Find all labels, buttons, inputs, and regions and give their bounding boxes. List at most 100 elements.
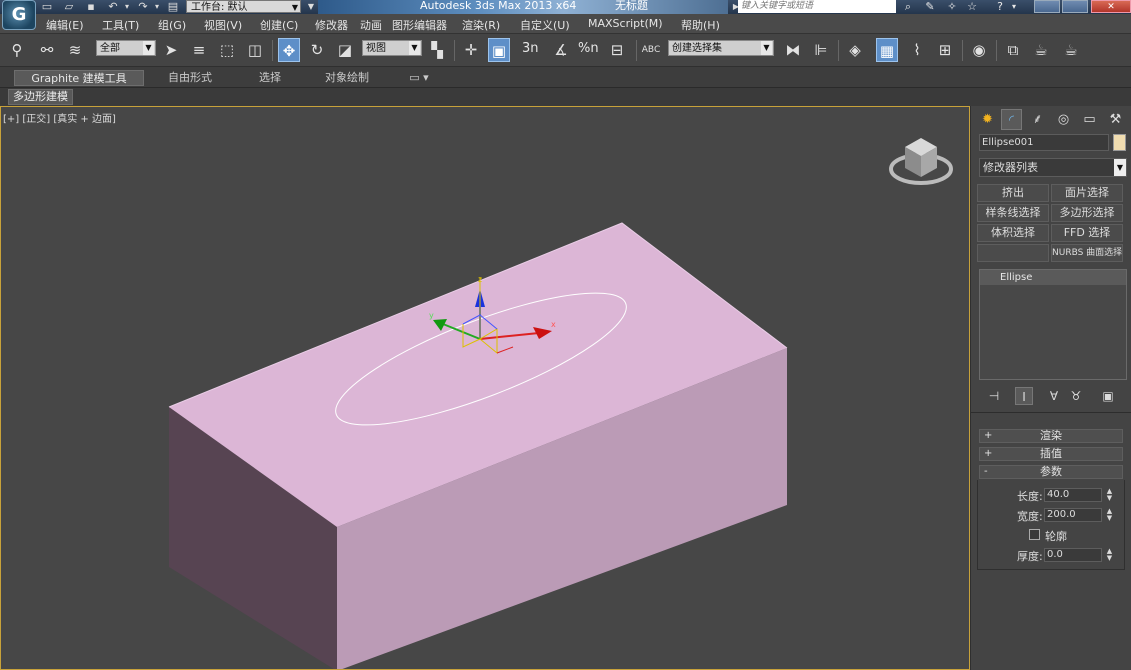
reference-coordinate-dropdown[interactable]: 视图 ▼ <box>362 40 422 56</box>
project-folder-icon[interactable]: ▤ <box>166 0 180 13</box>
curve-editor-icon[interactable]: ⌇ <box>906 38 928 62</box>
display-tab-icon[interactable]: ▭ <box>1079 109 1100 130</box>
menu-animation[interactable]: 动画 <box>360 17 382 33</box>
close-button[interactable]: ✕ <box>1091 0 1131 13</box>
select-by-name-icon[interactable]: ≡ <box>188 38 210 62</box>
toolbar-separator <box>272 40 273 61</box>
unlink-icon[interactable]: ⚯ <box>36 38 58 62</box>
link-icon[interactable]: ⚲ <box>6 38 28 62</box>
pin-stack-icon[interactable]: ⊣ <box>985 387 1003 405</box>
tab-graphite-modeling[interactable]: Graphite 建模工具 <box>14 70 144 86</box>
empty-modifier-button[interactable] <box>977 244 1049 262</box>
object-color-swatch[interactable] <box>1113 134 1126 151</box>
undo-icon[interactable]: ↶ <box>106 0 120 13</box>
spinner-snap-icon[interactable]: ⊟ <box>606 38 628 62</box>
menu-maxscript[interactable]: MAXScript(M) <box>588 17 663 30</box>
selection-filter-dropdown[interactable]: 全部 ▼ <box>96 40 156 56</box>
motion-tab-icon[interactable]: ◎ <box>1053 109 1074 130</box>
rectangle-selection-icon[interactable]: ⬚ <box>216 38 238 62</box>
tab-object-paint[interactable]: 对象绘制 <box>310 70 384 86</box>
object-name-field[interactable]: Ellipse001 <box>979 134 1109 151</box>
app-logo-button[interactable]: G <box>2 0 36 30</box>
create-tab-icon[interactable]: ✹ <box>977 109 998 130</box>
angle-snap-icon[interactable]: ∡ <box>550 38 572 62</box>
poly-select-button[interactable]: 多边形选择 <box>1051 204 1123 222</box>
mirror-icon[interactable]: ⧓ <box>782 38 804 62</box>
new-file-icon[interactable]: ▭ <box>40 0 54 13</box>
help-dropdown-icon[interactable]: ▾ <box>1006 0 1022 13</box>
named-selection-dropdown[interactable]: 创建选择集 ▼ <box>668 40 774 56</box>
search-input[interactable]: 键入关键字或短语 <box>738 0 896 13</box>
menu-group[interactable]: 组(G) <box>158 17 186 33</box>
patch-select-button[interactable]: 面片选择 <box>1051 184 1123 202</box>
polygon-modeling-tab[interactable]: 多边形建模 <box>8 89 73 105</box>
move-icon[interactable]: ✥ <box>278 38 300 62</box>
menu-tools[interactable]: 工具(T) <box>102 17 139 33</box>
align-icon[interactable]: ⊫ <box>810 38 832 62</box>
subscription-icon[interactable]: ✎ <box>922 0 938 13</box>
menu-rendering[interactable]: 渲染(R) <box>462 17 500 33</box>
edit-named-selection-icon[interactable]: ABC <box>640 38 662 62</box>
percent-snap-icon[interactable]: %n <box>578 41 599 56</box>
favorites-star-icon[interactable]: ☆ <box>964 0 980 13</box>
snaps-toggle-icon[interactable]: 3n <box>522 41 539 56</box>
quick-access-menu-icon[interactable]: ▼ <box>304 0 318 13</box>
viewcube[interactable] <box>889 138 953 185</box>
menu-customize[interactable]: 自定义(U) <box>520 17 570 33</box>
parameters-rollout[interactable]: - 参数 <box>979 465 1123 479</box>
menu-help[interactable]: 帮助(H) <box>681 17 720 33</box>
ffd-select-button[interactable]: FFD 选择 <box>1051 224 1123 242</box>
scale-icon[interactable]: ◪ <box>334 38 356 62</box>
graphite-toggle-icon[interactable]: ▦ <box>876 38 898 62</box>
menu-graph-editors[interactable]: 图形编辑器 <box>392 17 447 33</box>
modifier-list-dropdown[interactable]: 修改器列表 ▼ <box>979 158 1127 177</box>
material-editor-icon[interactable]: ◉ <box>968 38 990 62</box>
tab-selection[interactable]: 选择 <box>240 70 300 86</box>
ribbon-options-icon[interactable]: ▭ ▾ <box>404 70 434 86</box>
tab-freeform[interactable]: 自由形式 <box>150 70 230 86</box>
bind-space-warp-icon[interactable]: ≋ <box>64 38 86 62</box>
minimize-button[interactable] <box>1034 0 1060 13</box>
communication-icon[interactable]: ✧ <box>944 0 960 13</box>
render-production-icon[interactable]: ☕ <box>1060 38 1082 62</box>
maximize-button[interactable] <box>1062 0 1088 13</box>
hierarchy-tab-icon[interactable]: ⸙ <box>1027 109 1048 130</box>
modify-tab-icon[interactable]: ◜ <box>1001 109 1022 130</box>
open-file-icon[interactable]: ▱ <box>62 0 76 13</box>
redo-dropdown-icon[interactable]: ▾ <box>150 0 164 13</box>
select-object-icon[interactable]: ➤ <box>160 38 182 62</box>
menu-edit[interactable]: 编辑(E) <box>46 17 84 33</box>
rendering-rollout[interactable]: + 渲染 <box>979 429 1123 443</box>
stack-item-ellipse[interactable]: Ellipse <box>980 270 1126 285</box>
viewport-label[interactable]: [+] [正交] [真实 + 边面] <box>3 110 116 125</box>
utilities-tab-icon[interactable]: ⚒ <box>1105 109 1126 130</box>
render-setup-icon[interactable]: ⧉ <box>1002 38 1024 62</box>
select-and-manipulate-icon[interactable]: ✛ <box>460 38 482 62</box>
save-file-icon[interactable]: ▪ <box>84 0 98 13</box>
perspective-viewport[interactable]: x y z [+] [正交] [真实 + 边面] <box>0 106 970 670</box>
menu-views[interactable]: 视图(V) <box>204 17 242 33</box>
rendered-frame-window-icon[interactable]: ☕ <box>1030 38 1052 62</box>
redo-icon[interactable]: ↷ <box>136 0 150 13</box>
schematic-view-icon[interactable]: ⊞ <box>934 38 956 62</box>
configure-modifier-sets-icon[interactable]: ▣ <box>1099 387 1117 405</box>
pivot-center-icon[interactable]: ▚ <box>426 38 448 62</box>
menu-modifiers[interactable]: 修改器 <box>315 17 348 33</box>
binoculars-icon[interactable]: ⌕ <box>900 0 916 13</box>
interpolation-rollout[interactable]: + 插值 <box>979 447 1123 461</box>
menu-create[interactable]: 创建(C) <box>260 17 298 33</box>
rotate-icon[interactable]: ↻ <box>306 38 328 62</box>
nurbs-surface-select-button[interactable]: NURBS 曲面选择 <box>1051 244 1123 262</box>
layer-manager-icon[interactable]: ◈ <box>844 38 866 62</box>
spline-select-button[interactable]: 样条线选择 <box>977 204 1049 222</box>
extrude-button[interactable]: 挤出 <box>977 184 1049 202</box>
volume-select-button[interactable]: 体积选择 <box>977 224 1049 242</box>
modifier-stack[interactable]: Ellipse <box>979 269 1127 380</box>
workspace-dropdown[interactable]: 工作台: 默认 ▼ <box>186 0 301 13</box>
undo-dropdown-icon[interactable]: ▾ <box>120 0 134 13</box>
window-crossing-icon[interactable]: ◫ <box>244 38 266 62</box>
make-unique-icon[interactable]: ∀ <box>1045 387 1063 405</box>
keyboard-shortcut-override-icon[interactable]: ▣ <box>488 38 510 62</box>
remove-modifier-icon[interactable]: ♉ <box>1067 387 1085 405</box>
show-end-result-icon[interactable]: Ⅰ <box>1015 387 1033 405</box>
